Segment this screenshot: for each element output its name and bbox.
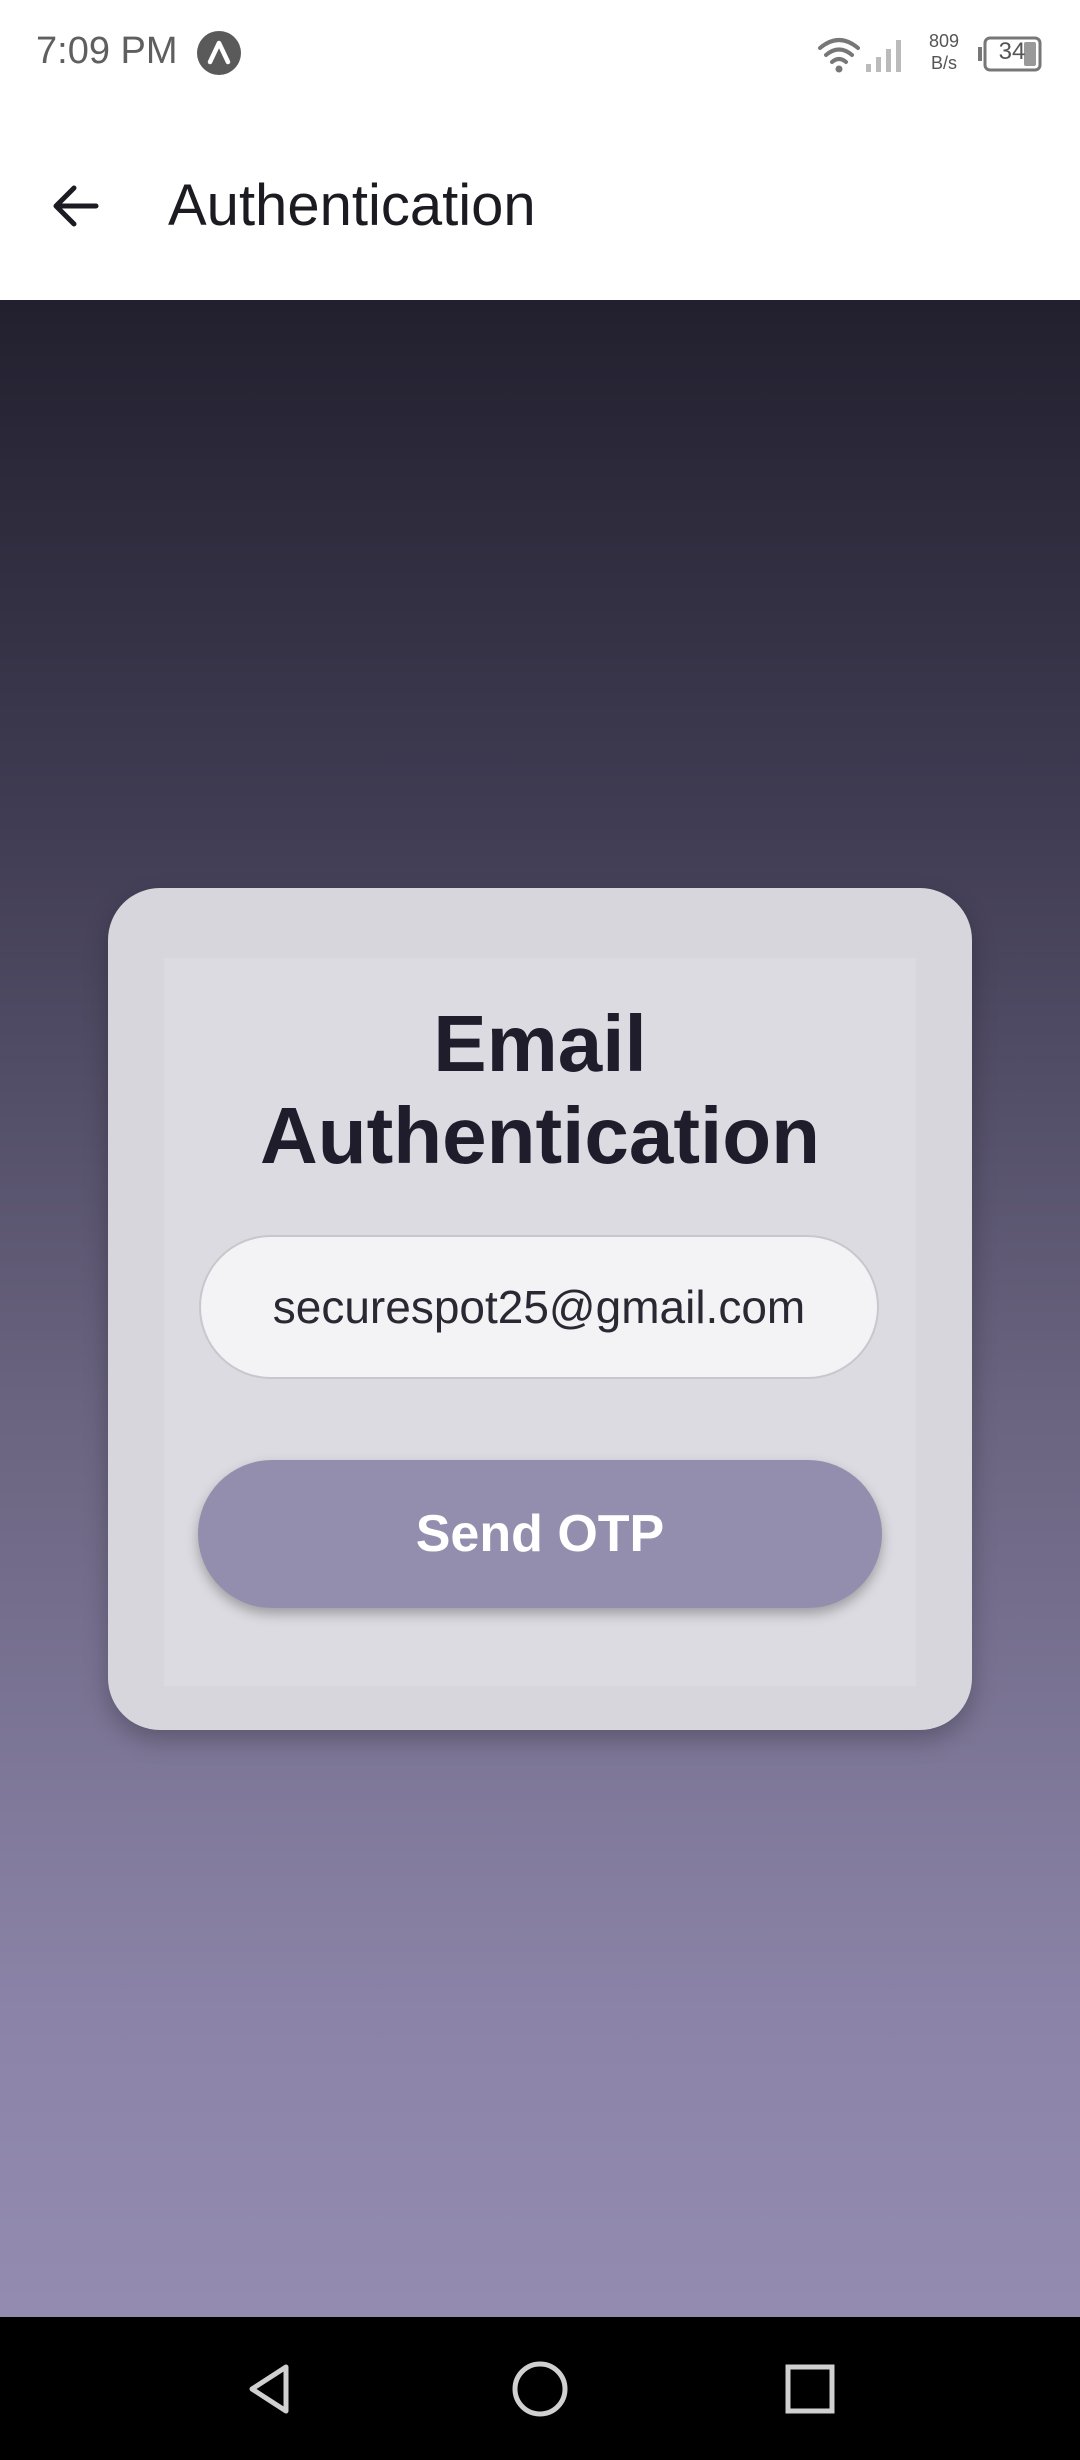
screen: 7:09 PM 809 B/s 34 Authentication Email … (0, 0, 1080, 2460)
auth-card-body: Email Authentication securespot25@gmail.… (164, 958, 916, 1686)
nav-recents-icon[interactable] (780, 2359, 840, 2419)
nav-home-icon[interactable] (510, 2359, 570, 2419)
app-bar: Authentication (0, 110, 1080, 300)
auth-card: Email Authentication securespot25@gmail.… (108, 888, 972, 1730)
network-speed-value: 809 (928, 31, 960, 51)
network-speed-unit: B/s (930, 53, 957, 73)
arrow-left-icon (53, 185, 99, 227)
main-content: Email Authentication securespot25@gmail.… (0, 300, 1080, 2317)
battery-level: 34 (998, 38, 1026, 65)
network-speed: 809 B/s (924, 30, 964, 74)
email-field[interactable]: securespot25@gmail.com (199, 1235, 879, 1379)
status-bar: 7:09 PM 809 B/s 34 (0, 0, 1080, 110)
card-title: Email Authentication (260, 999, 820, 1180)
app-notification-icon (196, 30, 242, 76)
signal-icon (862, 34, 910, 74)
status-time: 7:09 PM (36, 30, 178, 72)
wifi-icon (816, 34, 862, 74)
send-otp-button[interactable]: Send OTP (198, 1460, 882, 1608)
nav-back-icon[interactable] (240, 2359, 300, 2419)
navigation-bar (0, 2317, 1080, 2460)
page-title: Authentication (168, 173, 536, 238)
back-button[interactable] (36, 166, 116, 246)
